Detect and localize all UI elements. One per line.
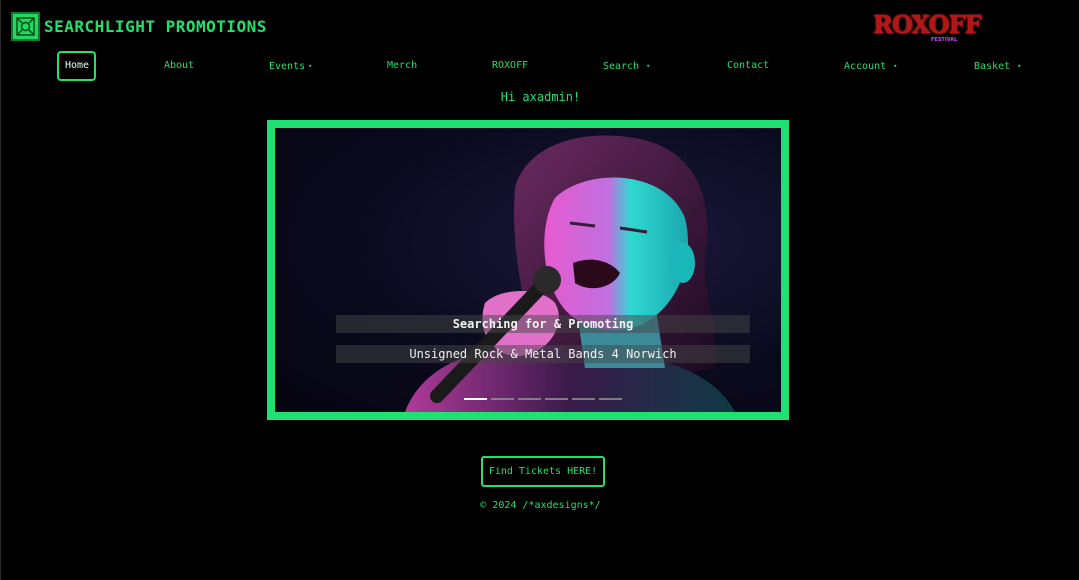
carousel-indicator[interactable] bbox=[599, 398, 622, 400]
carousel-indicator[interactable] bbox=[545, 398, 568, 400]
nav-item-search[interactable]: Search ▾ bbox=[603, 51, 650, 81]
nav-label: Merch bbox=[387, 60, 418, 71]
chevron-down-icon: ▾ bbox=[308, 62, 313, 70]
nav-item-roxoff[interactable]: ROXOFF bbox=[492, 51, 528, 81]
carousel-caption-text: Unsigned Rock & Metal Bands 4 Norwich bbox=[336, 345, 750, 363]
chevron-down-icon: ▾ bbox=[893, 62, 898, 70]
roxoff-logo-text: ROXOFF bbox=[873, 10, 982, 39]
slide-image-singer bbox=[405, 135, 735, 412]
chevron-down-icon: ▾ bbox=[1017, 62, 1022, 70]
footer-copyright: © 2024 /*axdesigns*/ bbox=[480, 500, 601, 511]
nav-label: Search bbox=[603, 61, 640, 72]
nav-label: Basket bbox=[974, 61, 1011, 72]
carousel-indicator[interactable] bbox=[491, 398, 514, 400]
nav-item-merch[interactable]: Merch bbox=[387, 51, 417, 81]
nav-label: About bbox=[164, 60, 195, 71]
roxoff-festival-logo[interactable]: ROXOFF FESTIVAL bbox=[873, 10, 982, 44]
hero-carousel[interactable]: Searching for & Promoting Unsigned Rock … bbox=[267, 120, 789, 420]
nav-label: Contact bbox=[727, 60, 770, 71]
chevron-down-icon: ▾ bbox=[646, 62, 651, 70]
searchlight-logo-icon bbox=[11, 12, 40, 41]
nav-item-about[interactable]: About bbox=[164, 51, 194, 81]
roxoff-logo-subtitle: FESTIVAL bbox=[931, 37, 958, 43]
nav-label: Account bbox=[844, 61, 887, 72]
user-greeting: Hi axadmin! bbox=[500, 90, 581, 104]
nav-item-home[interactable]: Home bbox=[57, 51, 96, 81]
nav-item-account[interactable]: Account ▾ bbox=[844, 51, 897, 81]
carousel-indicator[interactable] bbox=[518, 398, 541, 400]
nav-label: ROXOFF bbox=[492, 60, 529, 71]
find-tickets-button[interactable]: Find Tickets HERE! bbox=[481, 456, 605, 487]
carousel-indicator[interactable] bbox=[572, 398, 595, 400]
nav-label: Events bbox=[269, 61, 306, 72]
nav-item-events[interactable]: Events ▾ bbox=[269, 51, 312, 81]
brand-logo[interactable]: SEARCHLIGHT PROMOTIONS bbox=[11, 12, 267, 41]
nav-item-contact[interactable]: Contact bbox=[727, 51, 769, 81]
main-navigation: Home About Events ▾ Merch ROXOFF Search ▾ … bbox=[1, 51, 1079, 81]
brand-name: SEARCHLIGHT PROMOTIONS bbox=[44, 17, 267, 36]
nav-item-basket[interactable]: Basket ▾ bbox=[974, 51, 1021, 81]
nav-label: Home bbox=[65, 60, 90, 71]
carousel-indicators bbox=[464, 398, 622, 400]
carousel-caption-title: Searching for & Promoting bbox=[336, 315, 750, 333]
carousel-indicator[interactable] bbox=[464, 398, 487, 400]
